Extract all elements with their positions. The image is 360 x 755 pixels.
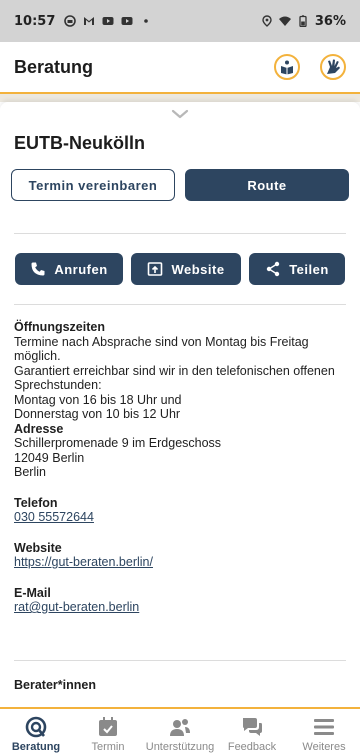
address-line: Berlin bbox=[14, 465, 46, 479]
counselors-label: Berater*innen bbox=[14, 678, 96, 692]
menu-icon bbox=[314, 719, 334, 735]
bottom-navigation: Beratung Termin Unterstützung Feedback W… bbox=[0, 707, 360, 755]
youtube-icon bbox=[121, 17, 133, 25]
notification-icons bbox=[64, 15, 152, 27]
nav-label: Unterstützung bbox=[145, 741, 215, 753]
website-link[interactable]: https://gut-beraten.berlin/ bbox=[14, 555, 348, 570]
call-button[interactable]: Anrufen bbox=[15, 253, 123, 285]
app-notification-icon bbox=[64, 15, 77, 27]
status-right: 36% bbox=[261, 14, 346, 29]
opening-hours-line: Donnerstag von 10 bis 12 Uhr bbox=[14, 407, 181, 421]
nav-item-weiteres[interactable]: Weiteres bbox=[288, 709, 360, 755]
location-icon bbox=[262, 15, 272, 27]
chevron-down-icon[interactable] bbox=[171, 108, 189, 120]
website-label: Website bbox=[171, 261, 225, 277]
website-section-label: Website bbox=[14, 540, 62, 555]
email-label: E-Mail bbox=[14, 585, 51, 600]
sign-language-icon bbox=[327, 59, 340, 74]
call-label: Anrufen bbox=[54, 261, 108, 277]
appointment-button[interactable]: Termin vereinbaren bbox=[11, 169, 175, 201]
nav-item-unterstuetzung[interactable]: Unterstützung bbox=[144, 709, 216, 755]
share-label: Teilen bbox=[289, 261, 329, 277]
app-bar: Beratung bbox=[0, 42, 360, 94]
sign-language-button[interactable] bbox=[320, 54, 346, 80]
dot-icon bbox=[144, 19, 149, 23]
phone-link[interactable]: 030 55572644 bbox=[14, 510, 348, 525]
opening-hours-line: Garantiert erreichbar sind wir in den te… bbox=[14, 363, 335, 393]
nav-item-beratung[interactable]: Beratung bbox=[0, 709, 72, 755]
address-line: 12049 Berlin bbox=[14, 450, 85, 465]
divider bbox=[14, 660, 346, 661]
counseling-icon bbox=[25, 716, 47, 738]
nav-label: Termin bbox=[91, 741, 125, 753]
app-bar-actions bbox=[274, 54, 346, 80]
opening-hours-label: Öffnungszeiten bbox=[14, 320, 105, 334]
easy-language-icon bbox=[281, 60, 293, 75]
address-label: Adresse bbox=[14, 421, 64, 436]
phone-label: Telefon bbox=[14, 495, 58, 510]
opening-hours-line: Termine nach Absprache sind von Montag b… bbox=[14, 334, 309, 364]
opening-hours-line: Montag von 16 bis 18 Uhr und bbox=[14, 392, 182, 407]
phone-icon bbox=[31, 262, 45, 276]
website-button[interactable]: Website bbox=[131, 253, 241, 285]
map-preview[interactable] bbox=[0, 94, 360, 102]
nav-label: Beratung bbox=[11, 741, 61, 753]
contact-info: Öffnungszeiten Termine nach Absprache si… bbox=[14, 320, 348, 615]
details-sheet: EUTB-Neukölln Termin vereinbaren Route A… bbox=[0, 102, 360, 707]
address-line: Schillerpromenade 9 im Erdgeschoss bbox=[14, 436, 222, 450]
youtube-icon bbox=[102, 17, 114, 25]
battery-level: 36% bbox=[314, 13, 346, 29]
nav-item-termin[interactable]: Termin bbox=[72, 709, 144, 755]
open-website-icon bbox=[148, 262, 163, 276]
email-link[interactable]: rat@gut-beraten.berlin bbox=[14, 600, 348, 615]
easy-language-button[interactable] bbox=[274, 54, 300, 80]
nav-label: Weiteres bbox=[302, 741, 346, 753]
nav-label: Feedback bbox=[227, 741, 277, 753]
feedback-icon bbox=[243, 718, 262, 736]
gmail-icon bbox=[84, 17, 95, 25]
status-time: 10:57 bbox=[14, 13, 56, 29]
battery-icon bbox=[299, 15, 307, 27]
route-button[interactable]: Route bbox=[185, 169, 349, 201]
divider bbox=[14, 304, 346, 305]
page-title: Beratung bbox=[14, 56, 94, 77]
share-button[interactable]: Teilen bbox=[249, 253, 345, 285]
status-bar: 10:57 36% bbox=[0, 0, 360, 42]
support-icon bbox=[170, 719, 190, 736]
nav-item-feedback[interactable]: Feedback bbox=[216, 709, 288, 755]
share-icon bbox=[266, 261, 280, 277]
place-name: EUTB-Neukölln bbox=[14, 133, 146, 153]
calendar-icon bbox=[99, 717, 117, 736]
divider bbox=[14, 233, 346, 234]
wifi-icon bbox=[278, 16, 291, 26]
